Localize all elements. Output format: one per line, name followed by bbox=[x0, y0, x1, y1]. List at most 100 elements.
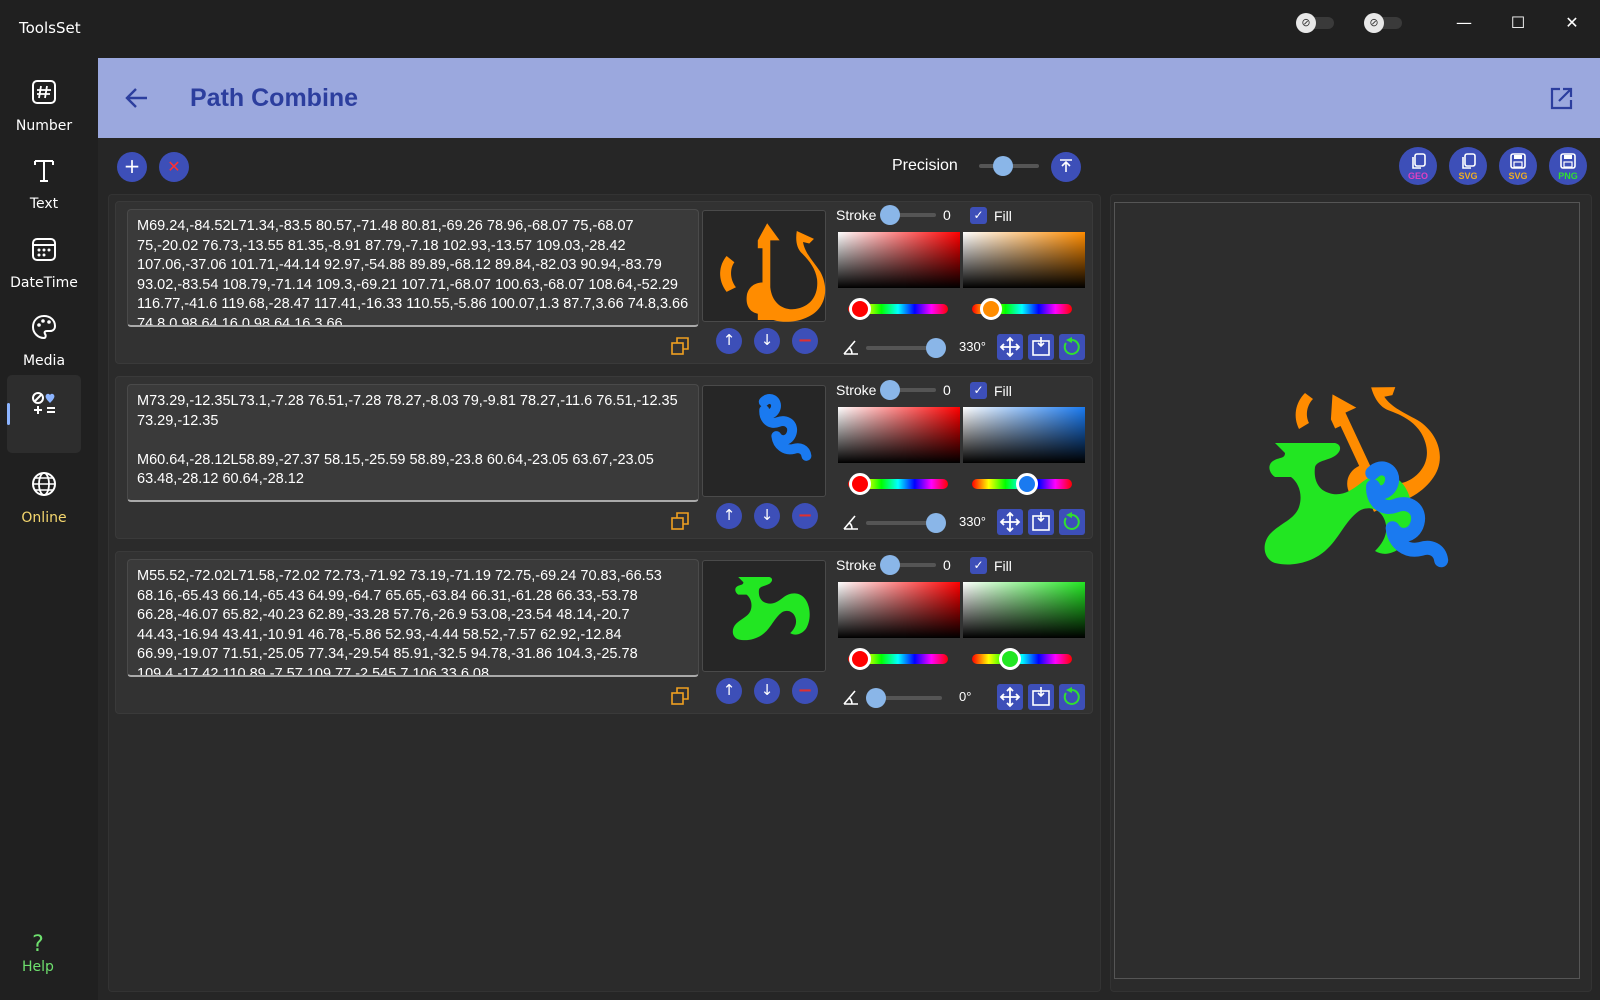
fill-checkbox[interactable]: ✓ bbox=[970, 382, 987, 399]
nav-datetime[interactable]: DateTime bbox=[7, 226, 81, 304]
nav-number[interactable]: Number bbox=[7, 69, 81, 147]
no-screen-icon: ⊘ bbox=[1296, 13, 1316, 33]
fill-checkbox[interactable]: ✓ bbox=[970, 557, 987, 574]
combined-preview-canvas bbox=[1264, 387, 1449, 568]
rotation-slider[interactable] bbox=[926, 513, 946, 533]
minimize-button[interactable]: — bbox=[1442, 8, 1486, 38]
fill-color-picker[interactable] bbox=[963, 232, 1085, 288]
move-tool-button[interactable] bbox=[997, 509, 1023, 535]
compact-overlay-toggle[interactable]: ⊘ bbox=[1296, 13, 1340, 33]
geo-tag: GEO bbox=[1407, 171, 1428, 181]
move-tool-button[interactable] bbox=[997, 684, 1023, 710]
nav-text[interactable]: Text bbox=[7, 147, 81, 225]
move-tool-button[interactable] bbox=[997, 334, 1023, 360]
stroke-slider[interactable] bbox=[880, 555, 900, 575]
nav-online[interactable]: Online bbox=[7, 461, 81, 539]
path-data-input[interactable]: M69.24,-84.52L71.34,-83.5 80.57,-71.48 8… bbox=[127, 209, 699, 327]
fill-color-picker[interactable] bbox=[963, 407, 1085, 463]
stroke-slider[interactable] bbox=[880, 380, 900, 400]
save-icon bbox=[1560, 153, 1576, 169]
reset-rotation-button[interactable] bbox=[1059, 334, 1085, 360]
move-up-button[interactable]: ↑ bbox=[716, 678, 742, 704]
move-down-button[interactable]: ↓ bbox=[754, 503, 780, 529]
globe-icon bbox=[32, 472, 56, 496]
precision-slider[interactable] bbox=[993, 156, 1013, 176]
path-data-input[interactable]: M55.52,-72.02L71.58,-72.02 72.73,-71.92 … bbox=[127, 559, 699, 677]
fit-tool-button[interactable] bbox=[1028, 509, 1054, 535]
precision-label: Precision bbox=[892, 157, 958, 174]
reset-rotation-button[interactable] bbox=[1059, 509, 1085, 535]
remove-path-button[interactable]: − bbox=[792, 678, 818, 704]
fill-hue-slider[interactable] bbox=[972, 654, 1072, 664]
active-indicator bbox=[7, 403, 10, 425]
stroke-color-picker[interactable] bbox=[838, 407, 960, 463]
stroke-value: 0 bbox=[943, 382, 951, 398]
rotation-value: 0° bbox=[959, 689, 972, 704]
stroke-value: 0 bbox=[943, 557, 951, 573]
copy-svg-button[interactable]: SVG bbox=[1449, 147, 1487, 185]
stroke-color-picker[interactable] bbox=[838, 582, 960, 638]
stroke-label: Stroke bbox=[836, 207, 877, 223]
stroke-hue-knob[interactable] bbox=[849, 648, 871, 670]
title-bar bbox=[0, 0, 1600, 58]
duplicate-icon[interactable] bbox=[671, 337, 689, 355]
rotation-slider[interactable] bbox=[866, 688, 886, 708]
help-icon: ? bbox=[32, 932, 44, 957]
move-arrows-icon bbox=[999, 336, 1021, 358]
path-data-input[interactable]: M73.29,-12.35L73.1,-7.28 76.51,-7.28 78.… bbox=[127, 384, 699, 502]
fill-hue-knob[interactable] bbox=[1016, 473, 1038, 495]
align-top-button[interactable] bbox=[1051, 152, 1081, 182]
copy-geometry-button[interactable]: GEO bbox=[1399, 147, 1437, 185]
help-button[interactable]: ? Help bbox=[12, 932, 64, 975]
fill-label: Fill bbox=[994, 208, 1012, 224]
nav-media[interactable]: Media bbox=[7, 304, 81, 382]
fill-color-picker[interactable] bbox=[963, 582, 1085, 638]
remove-path-button[interactable]: − bbox=[792, 328, 818, 354]
move-up-button[interactable]: ↑ bbox=[716, 503, 742, 529]
add-path-button[interactable]: + bbox=[117, 152, 147, 182]
back-arrow-icon[interactable] bbox=[124, 86, 150, 110]
svg-tag: SVG bbox=[1508, 171, 1528, 181]
stroke-color-picker[interactable] bbox=[838, 232, 960, 288]
stroke-hue-knob[interactable] bbox=[849, 473, 871, 495]
fit-tool-button[interactable] bbox=[1028, 684, 1054, 710]
app-title: ToolsSet bbox=[19, 19, 81, 37]
fit-tool-button[interactable] bbox=[1028, 334, 1054, 360]
reset-rotation-button[interactable] bbox=[1059, 684, 1085, 710]
clear-paths-button[interactable]: ✕ bbox=[159, 152, 189, 182]
remove-path-button[interactable]: − bbox=[792, 503, 818, 529]
save-png-button[interactable]: PNG bbox=[1549, 147, 1587, 185]
duplicate-icon[interactable] bbox=[671, 512, 689, 530]
move-arrows-icon bbox=[999, 511, 1021, 533]
angle-icon bbox=[843, 515, 858, 530]
save-svg-button[interactable]: SVG bbox=[1499, 147, 1537, 185]
close-button[interactable]: ✕ bbox=[1550, 8, 1594, 38]
maximize-button[interactable]: ☐ bbox=[1496, 8, 1540, 38]
move-up-button[interactable]: ↑ bbox=[716, 328, 742, 354]
rotation-slider[interactable] bbox=[926, 338, 946, 358]
shapes-icon bbox=[32, 392, 55, 414]
rotate-reset-icon bbox=[1063, 512, 1080, 530]
png-tag: PNG bbox=[1558, 171, 1578, 181]
symbol-thumbnail-icon bbox=[758, 394, 812, 461]
pin-toggle[interactable]: ⊘ bbox=[1364, 13, 1408, 33]
open-external-icon[interactable] bbox=[1548, 86, 1574, 112]
fill-hue-knob[interactable] bbox=[980, 298, 1002, 320]
path-thumbnail bbox=[702, 560, 826, 672]
fit-frame-icon bbox=[1032, 512, 1050, 531]
trident-thumbnail-icon bbox=[720, 223, 826, 322]
duplicate-icon[interactable] bbox=[671, 687, 689, 705]
rotation-value: 330° bbox=[959, 339, 986, 354]
move-down-button[interactable]: ↓ bbox=[754, 678, 780, 704]
stroke-slider[interactable] bbox=[880, 205, 900, 225]
fill-label: Fill bbox=[994, 558, 1012, 574]
nav-path-tools[interactable] bbox=[7, 375, 81, 453]
help-label: Help bbox=[22, 959, 54, 975]
fill-checkbox[interactable]: ✓ bbox=[970, 207, 987, 224]
stroke-hue-knob[interactable] bbox=[849, 298, 871, 320]
dragon-thumbnail-icon bbox=[732, 577, 810, 641]
path-thumbnail bbox=[702, 210, 826, 322]
move-down-button[interactable]: ↓ bbox=[754, 328, 780, 354]
unpin-icon: ⊘ bbox=[1364, 13, 1384, 33]
fill-hue-knob[interactable] bbox=[999, 648, 1021, 670]
